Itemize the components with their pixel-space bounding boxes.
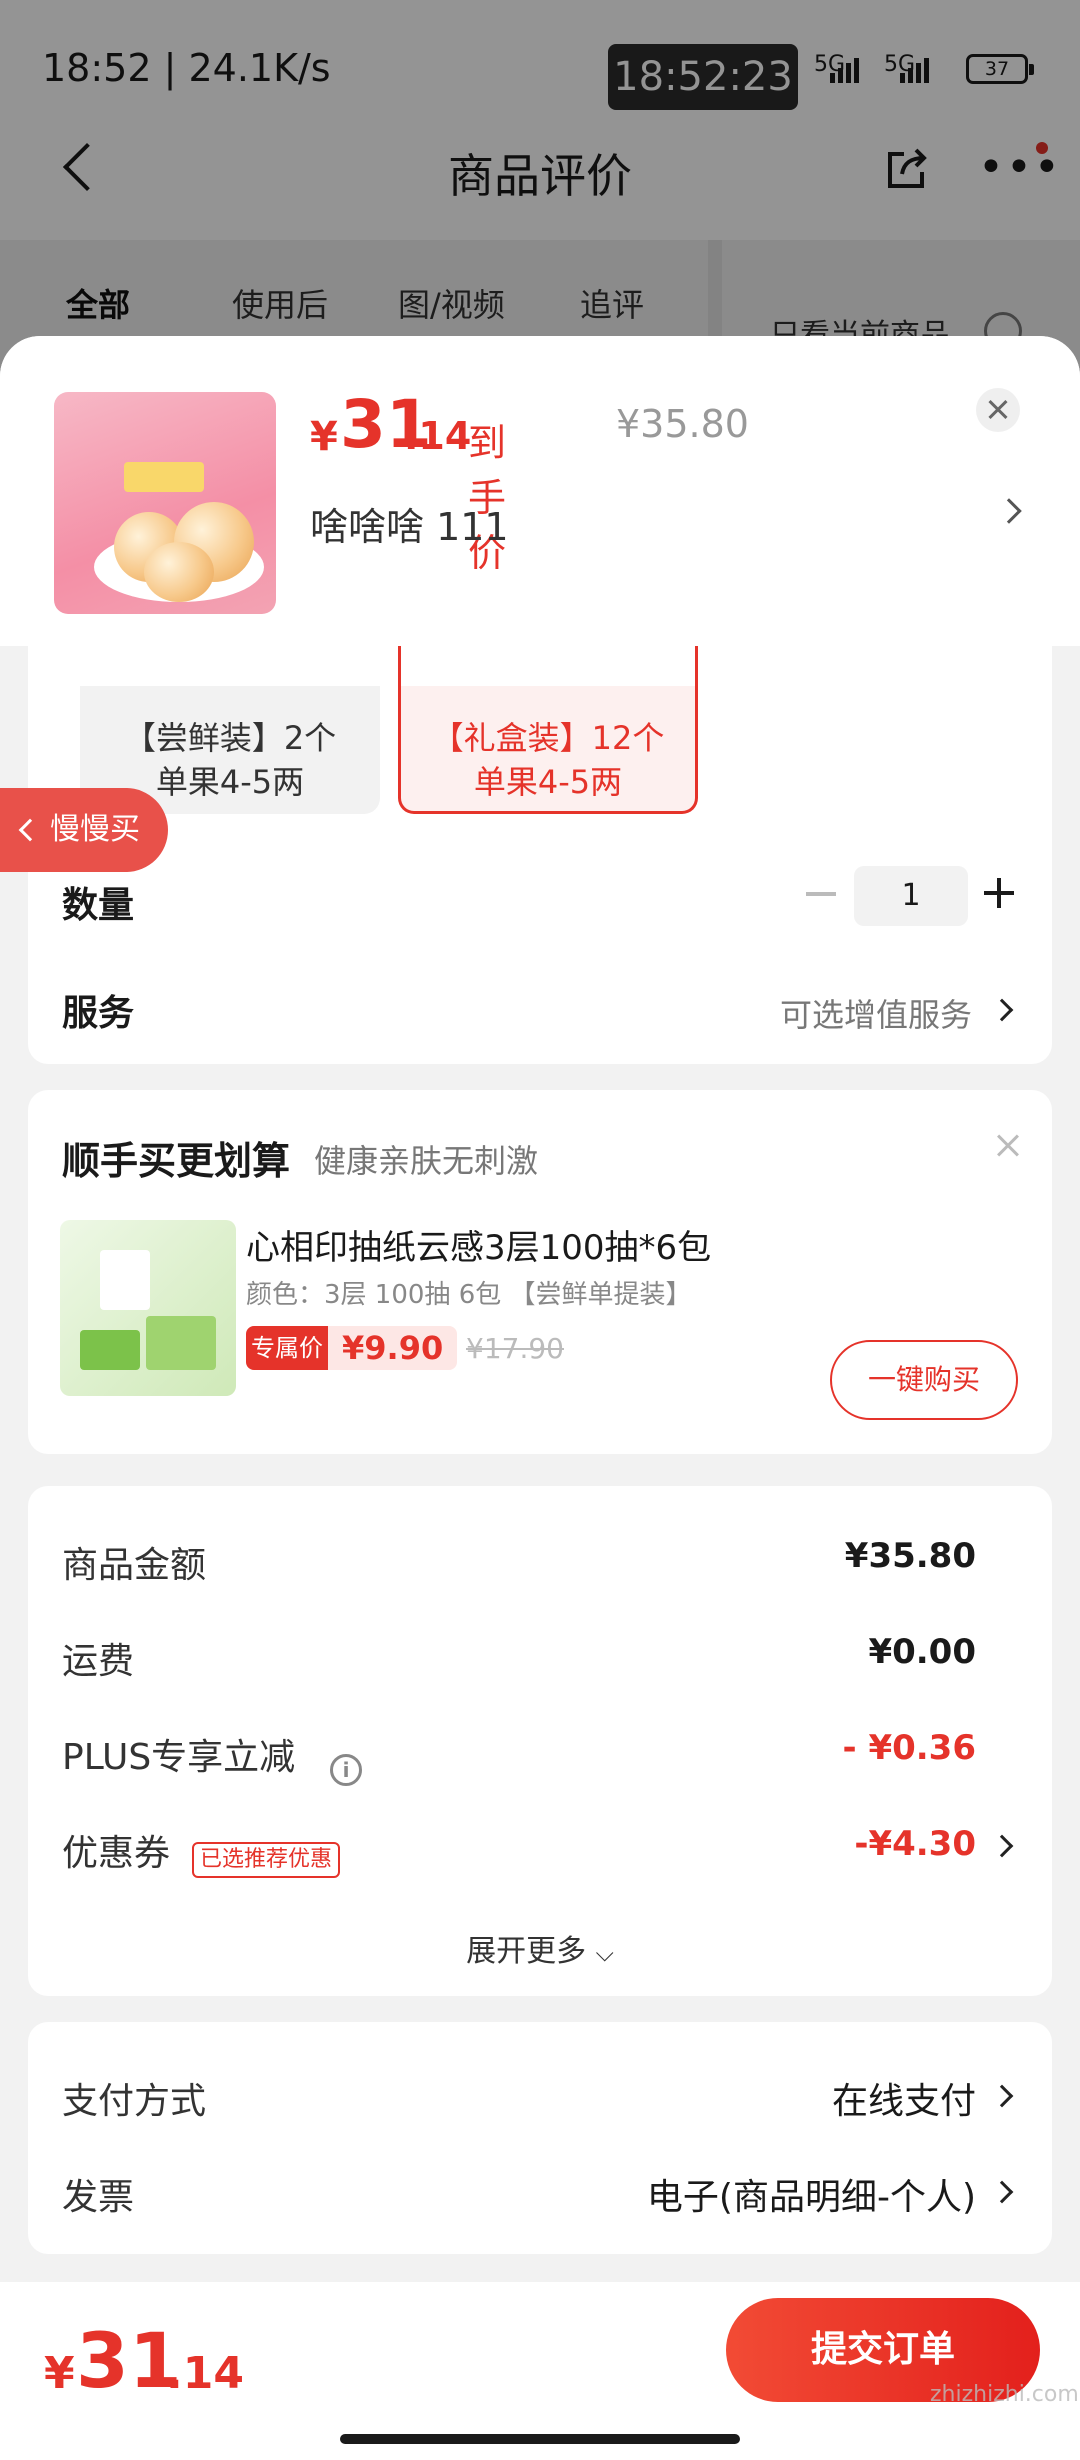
option-text: 【礼盒装】12个 单果4-5两 [401, 716, 695, 804]
bottom-bar: ¥ 31 .14 提交订单 zhizhizhi.com [0, 2282, 1080, 2460]
plus-discount-label: PLUS专享立减 [62, 1737, 296, 1778]
chevron-left-icon [18, 818, 42, 842]
exclusive-price: ¥9.90 [328, 1326, 458, 1370]
tissue-product-image[interactable] [60, 1220, 236, 1396]
tissue-pack-graphic [100, 1250, 150, 1310]
coupon-label: 优惠券 [62, 1833, 171, 1874]
bundle-title: 顺手买更划算 [62, 1139, 291, 1183]
payment-card: 支付方式 在线支付 发票 电子(商品明细-个人) [28, 2022, 1052, 2254]
invoice-value[interactable]: 电子(商品明细-个人) [647, 2168, 976, 2220]
expand-more-button[interactable]: 展开更多 ⌵ [28, 1926, 1052, 1970]
peach-graphic [144, 542, 214, 602]
payment-method-value[interactable]: 在线支付 [832, 2072, 976, 2124]
spec-card: 【尝鲜装】2个 单果4-5两 【礼盒装】12个 单果4-5两 数量 1 服务 可… [28, 646, 1052, 1064]
bundle-subtitle: 健康亲肤无刺激 [314, 1142, 539, 1180]
product-thumbnail [54, 392, 276, 614]
chevron-down-icon: ⌵ [595, 1939, 614, 1967]
invoice-label: 发票 [62, 2177, 135, 2218]
option-image [80, 646, 380, 686]
exclusive-price-tag: 专属价 [246, 1326, 328, 1370]
close-icon[interactable] [994, 1130, 1024, 1160]
expand-more-label: 展开更多 [466, 1934, 587, 1969]
option-line2: 单果4-5两 [473, 763, 623, 801]
minus-icon[interactable] [806, 892, 836, 896]
one-click-buy-button[interactable]: 一键购买 [830, 1340, 1018, 1420]
option-line1: 【尝鲜装】2个 [123, 719, 337, 757]
goods-amount-value: ¥35.80 [844, 1536, 976, 1576]
chevron-right-icon[interactable] [990, 1834, 1014, 1858]
tissue-pack-graphic [80, 1330, 140, 1370]
slow-buy-label: 慢慢买 [50, 812, 140, 847]
total-decimal: .14 [166, 2348, 244, 2399]
service-value[interactable]: 可选增值服务 [780, 990, 972, 1036]
purchase-sheet: ¥ 31 .14 到手价 啥啥啥 111 ¥35.80 【尝鲜装】2个 单果4-… [0, 336, 1080, 2460]
price-currency: ¥ [310, 414, 338, 460]
chevron-right-icon[interactable] [990, 2180, 1014, 2204]
payment-method-label: 支付方式 [62, 2081, 207, 2122]
watermark: zhizhizhi.com [930, 2382, 1079, 2407]
home-indicator[interactable] [340, 2434, 740, 2444]
selected-spec[interactable]: 啥啥啥 111 [310, 496, 509, 551]
shipping-label: 运费 [62, 1641, 135, 1682]
chevron-right-icon[interactable] [990, 998, 1014, 1022]
close-icon[interactable] [976, 388, 1020, 432]
service-label: 服务 [62, 993, 135, 1034]
option-gift-box-selected[interactable]: 【礼盒装】12个 单果4-5两 [398, 646, 698, 814]
option-image [401, 646, 695, 686]
quantity-label: 数量 [62, 885, 135, 926]
info-icon[interactable]: i [330, 1754, 362, 1786]
coupon-value[interactable]: -¥4.30 [854, 1824, 976, 1864]
shipping-value: ¥0.00 [868, 1632, 976, 1672]
bundle-card: 顺手买更划算 健康亲肤无刺激 心相印抽纸云感3层100抽*6包 颜色：3层 10… [28, 1090, 1052, 1454]
price-breakdown: 商品金额 ¥35.80 运费 ¥0.00 PLUS专享立减 i - ¥0.36 … [28, 1486, 1052, 1996]
box-label-graphic [124, 462, 204, 492]
quantity-stepper-value[interactable]: 1 [854, 866, 968, 926]
original-price: ¥35.80 [616, 402, 749, 446]
plus-discount-value: - ¥0.36 [842, 1728, 977, 1768]
sheet-header: ¥ 31 .14 到手价 啥啥啥 111 [0, 336, 1080, 646]
goods-amount-label: 商品金额 [62, 1545, 207, 1586]
slow-buy-button[interactable]: 慢慢买 [0, 788, 168, 872]
option-line1: 【礼盒装】12个 [431, 719, 665, 757]
chevron-right-icon[interactable] [996, 498, 1022, 524]
price-decimal: .14 [404, 414, 472, 458]
coupon-recommended-badge: 已选推荐优惠 [192, 1842, 341, 1878]
plus-icon[interactable] [984, 874, 1022, 912]
price-label: 到手价 [468, 421, 507, 575]
bundle-product-attr: 颜色：3层 100抽 6包 【尝鲜单提装】 [246, 1280, 692, 1310]
bundle-original-price: ¥17.90 [466, 1332, 564, 1365]
tissue-pack-graphic [146, 1316, 216, 1370]
chevron-right-icon[interactable] [990, 2084, 1014, 2108]
bundle-product-name[interactable]: 心相印抽纸云感3层100抽*6包 [246, 1220, 711, 1269]
total-currency: ¥ [44, 2348, 75, 2399]
